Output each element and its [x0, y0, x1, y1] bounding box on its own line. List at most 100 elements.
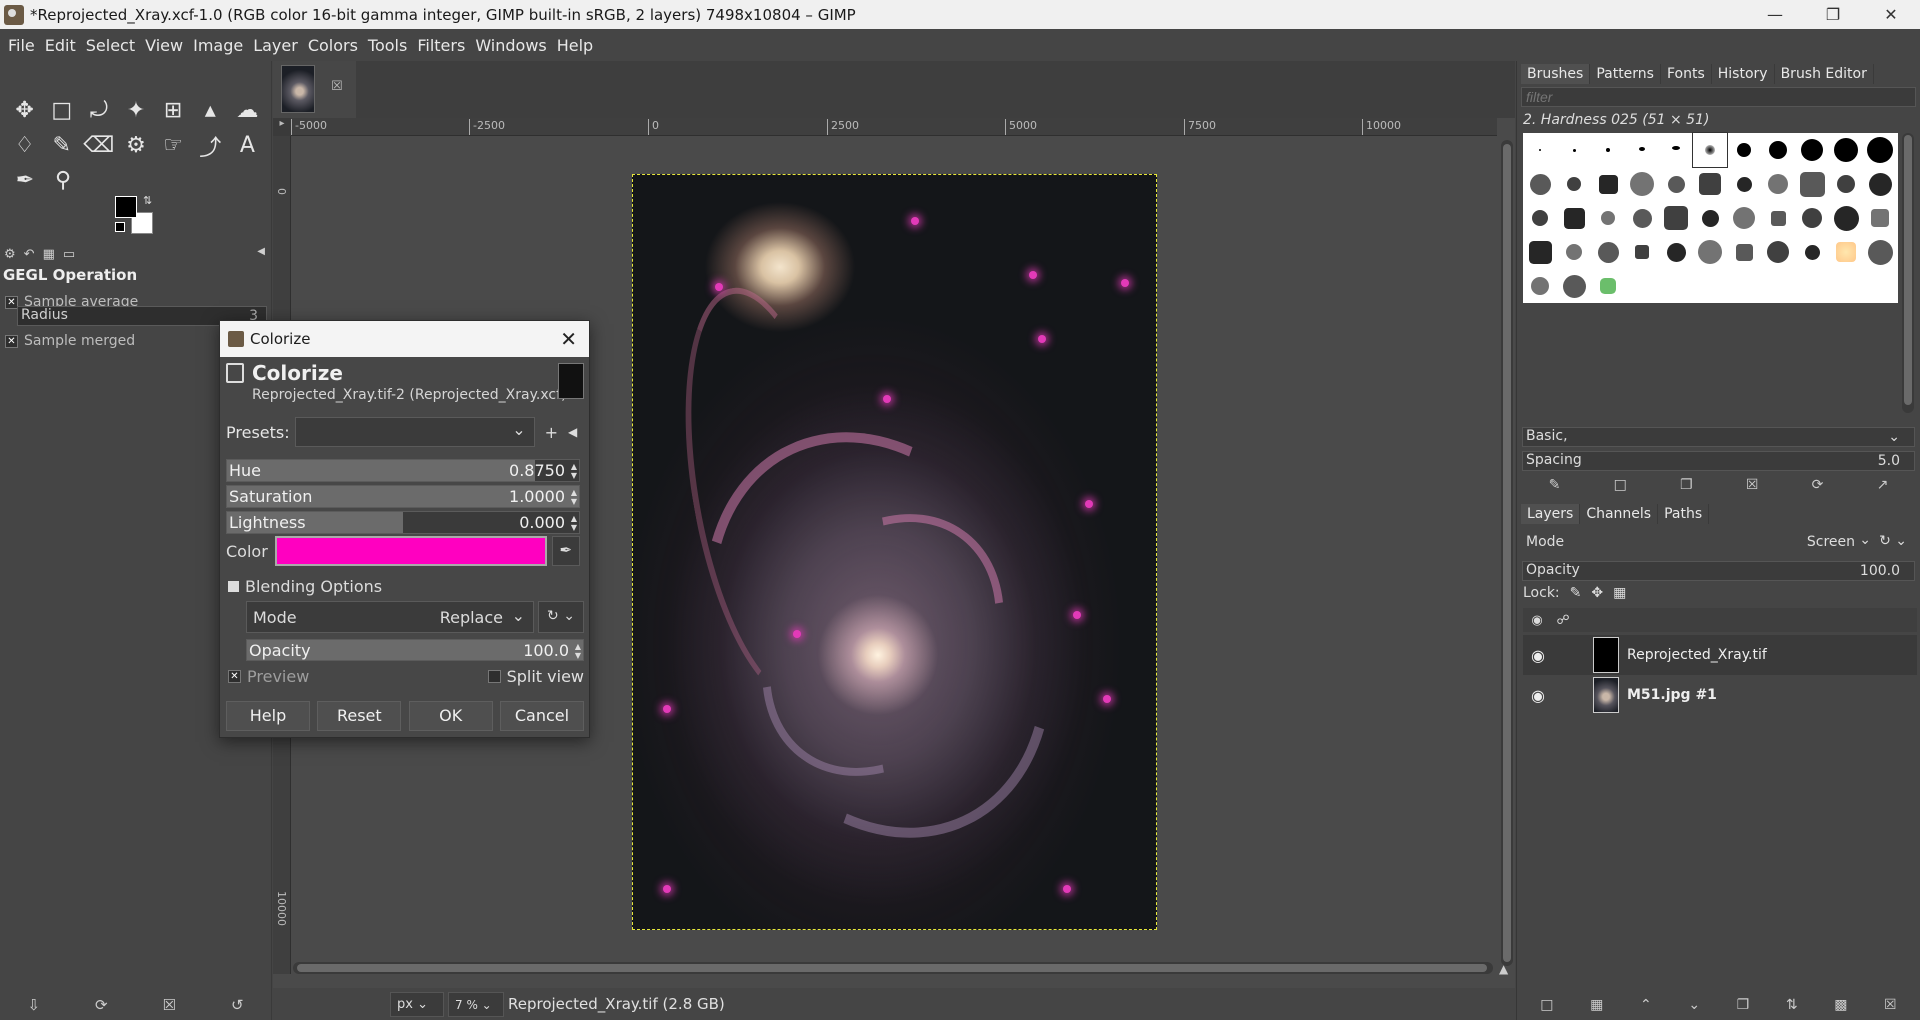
brush-swatch[interactable] — [1557, 201, 1591, 235]
zoom-selector[interactable]: 7 % ⌄ — [448, 992, 504, 1017]
cancel-button[interactable]: Cancel — [499, 701, 584, 731]
blending-options-expander[interactable]: Blending Options — [228, 577, 382, 596]
new-group-icon[interactable]: ▦ — [1590, 997, 1603, 1013]
foreground-color-swatch[interactable] — [115, 196, 137, 218]
lock-position-icon[interactable]: ✥ — [1591, 585, 1603, 601]
duplicate-brush-icon[interactable]: ❐ — [1680, 477, 1693, 493]
dock-menu-icon[interactable]: ◀ — [257, 246, 265, 257]
undo-tab-icon[interactable]: ↶ — [24, 247, 35, 262]
bucket-fill-tool-icon[interactable]: ♢ — [6, 129, 43, 163]
refresh-brushes-icon[interactable]: ⟳ — [1812, 477, 1824, 493]
paths-tool-icon[interactable]: ⤴ — [192, 129, 229, 163]
images-tab-icon[interactable]: ▦ — [43, 247, 55, 262]
menu-windows[interactable]: Windows — [470, 36, 551, 55]
sample-merged-checkbox[interactable]: ✕ — [5, 334, 18, 348]
brush-swatch[interactable] — [1692, 132, 1728, 168]
brush-swatch[interactable] — [1761, 167, 1795, 201]
tab-paths[interactable]: Paths — [1658, 504, 1710, 524]
opacity-spin-icon[interactable]: ▲ ▼ — [575, 642, 581, 660]
tab-brush-editor[interactable]: Brush Editor — [1775, 64, 1874, 84]
horizontal-scrollbar[interactable] — [293, 962, 1493, 974]
anchor-layer-icon[interactable]: ⇅ — [1786, 997, 1798, 1013]
brush-scrollbar[interactable] — [1902, 133, 1914, 413]
brush-swatch[interactable] — [1591, 201, 1625, 235]
brush-swatch[interactable] — [1625, 133, 1659, 167]
brush-swatch[interactable] — [1863, 167, 1897, 201]
brush-swatch[interactable] — [1863, 133, 1897, 167]
menu-filters[interactable]: Filters — [412, 36, 470, 55]
brush-swatch[interactable] — [1693, 235, 1727, 269]
chevron-down-icon[interactable]: ⌄ — [1859, 532, 1871, 548]
brush-swatch[interactable] — [1625, 201, 1659, 235]
ruler-corner[interactable]: ▸ — [273, 118, 291, 136]
brush-swatch[interactable] — [1591, 235, 1625, 269]
brush-swatch[interactable] — [1591, 167, 1625, 201]
close-image-tab-icon[interactable]: ☒ — [331, 79, 343, 94]
text-tool-icon[interactable]: A — [229, 129, 266, 163]
brush-swatch[interactable] — [1795, 167, 1829, 201]
saturation-spin-icon[interactable]: ▲ ▼ — [571, 488, 577, 506]
brush-swatch[interactable] — [1625, 235, 1659, 269]
reset-options-icon[interactable]: ↺ — [231, 996, 244, 1014]
default-colors-icon[interactable] — [115, 222, 125, 232]
menu-colors[interactable]: Colors — [303, 36, 363, 55]
brush-swatch[interactable] — [1829, 201, 1863, 235]
brush-tag-select[interactable]: Basic, ⌄ — [1522, 427, 1915, 447]
layer-row[interactable]: ◉ M51.jpg #1 — [1523, 675, 1917, 715]
brush-swatch[interactable] — [1523, 201, 1557, 235]
menu-edit[interactable]: Edit — [40, 36, 81, 55]
sample-merged-row[interactable]: ✕ Sample merged — [5, 333, 135, 349]
brush-swatch[interactable] — [1693, 201, 1727, 235]
menu-tools[interactable]: Tools — [363, 36, 412, 55]
brush-swatch[interactable] — [1591, 269, 1625, 303]
fg-bg-colors[interactable]: ⇅ — [115, 194, 159, 238]
restore-options-icon[interactable]: ⟳ — [95, 996, 108, 1014]
maximize-button[interactable]: ❐ — [1804, 0, 1862, 29]
brush-swatch[interactable] — [1523, 133, 1557, 167]
mode-switch-icon[interactable]: ↻ ⌄ — [1879, 533, 1907, 549]
menu-select[interactable]: Select — [81, 36, 140, 55]
layer-mask-icon[interactable]: ▩ — [1834, 997, 1847, 1013]
split-view-toggle[interactable]: Split view — [487, 667, 584, 686]
clone-tool-icon[interactable]: ⚙ — [117, 129, 154, 163]
eyedropper-icon[interactable]: ✒ — [551, 536, 580, 566]
save-options-icon[interactable]: ⇩ — [27, 996, 40, 1014]
tab-history[interactable]: History — [1712, 64, 1775, 84]
brush-swatch[interactable] — [1829, 235, 1863, 269]
tab-brushes[interactable]: Brushes — [1521, 64, 1591, 84]
warp-tool-icon[interactable]: ☁ — [229, 94, 266, 128]
open-brush-icon[interactable]: ↗ — [1877, 477, 1889, 493]
swap-colors-icon[interactable]: ⇅ — [143, 194, 152, 207]
brush-grid[interactable] — [1523, 132, 1898, 303]
brush-swatch[interactable] — [1829, 133, 1863, 167]
add-preset-icon[interactable]: + — [545, 423, 558, 442]
menu-help[interactable]: Help — [552, 36, 598, 55]
duplicate-layer-icon[interactable]: ❐ — [1737, 997, 1750, 1013]
color-picker-tool-icon[interactable]: ✒ — [6, 164, 44, 198]
brush-scroll-thumb[interactable] — [1904, 135, 1912, 405]
brush-swatch[interactable] — [1727, 201, 1761, 235]
tool-options-tab-icon[interactable]: ⚙ — [4, 247, 16, 262]
brush-swatch[interactable] — [1761, 133, 1795, 167]
brush-swatch[interactable] — [1625, 167, 1659, 201]
brush-swatch[interactable] — [1659, 167, 1693, 201]
hue-slider[interactable]: Hue 0.8750 ▲ ▼ — [226, 459, 580, 482]
eye-icon[interactable]: ◉ — [1523, 646, 1553, 665]
close-dialog-button[interactable]: ✕ — [560, 327, 577, 351]
new-brush-icon[interactable]: □ — [1614, 477, 1627, 493]
lock-pixels-icon[interactable]: ✎ — [1570, 585, 1582, 601]
edit-brush-icon[interactable]: ✎ — [1549, 477, 1561, 493]
menu-file[interactable]: File — [3, 36, 40, 55]
lightness-spin-icon[interactable]: ▲ ▼ — [571, 514, 577, 532]
display-tab-icon[interactable]: ▭ — [63, 247, 75, 262]
brush-swatch[interactable] — [1591, 133, 1625, 167]
blend-mode-select[interactable]: Mode Replace ⌄ — [246, 601, 534, 633]
new-layer-icon[interactable]: □ — [1540, 997, 1553, 1013]
brush-swatch[interactable] — [1659, 133, 1693, 167]
delete-layer-icon[interactable]: ☒ — [1884, 997, 1897, 1013]
tab-fonts[interactable]: Fonts — [1661, 64, 1712, 84]
brush-swatch[interactable] — [1795, 235, 1829, 269]
saturation-slider[interactable]: Saturation 1.0000 ▲ ▼ — [226, 485, 580, 508]
brush-swatch[interactable] — [1795, 201, 1829, 235]
rect-select-tool-icon[interactable]: □ — [43, 94, 80, 128]
